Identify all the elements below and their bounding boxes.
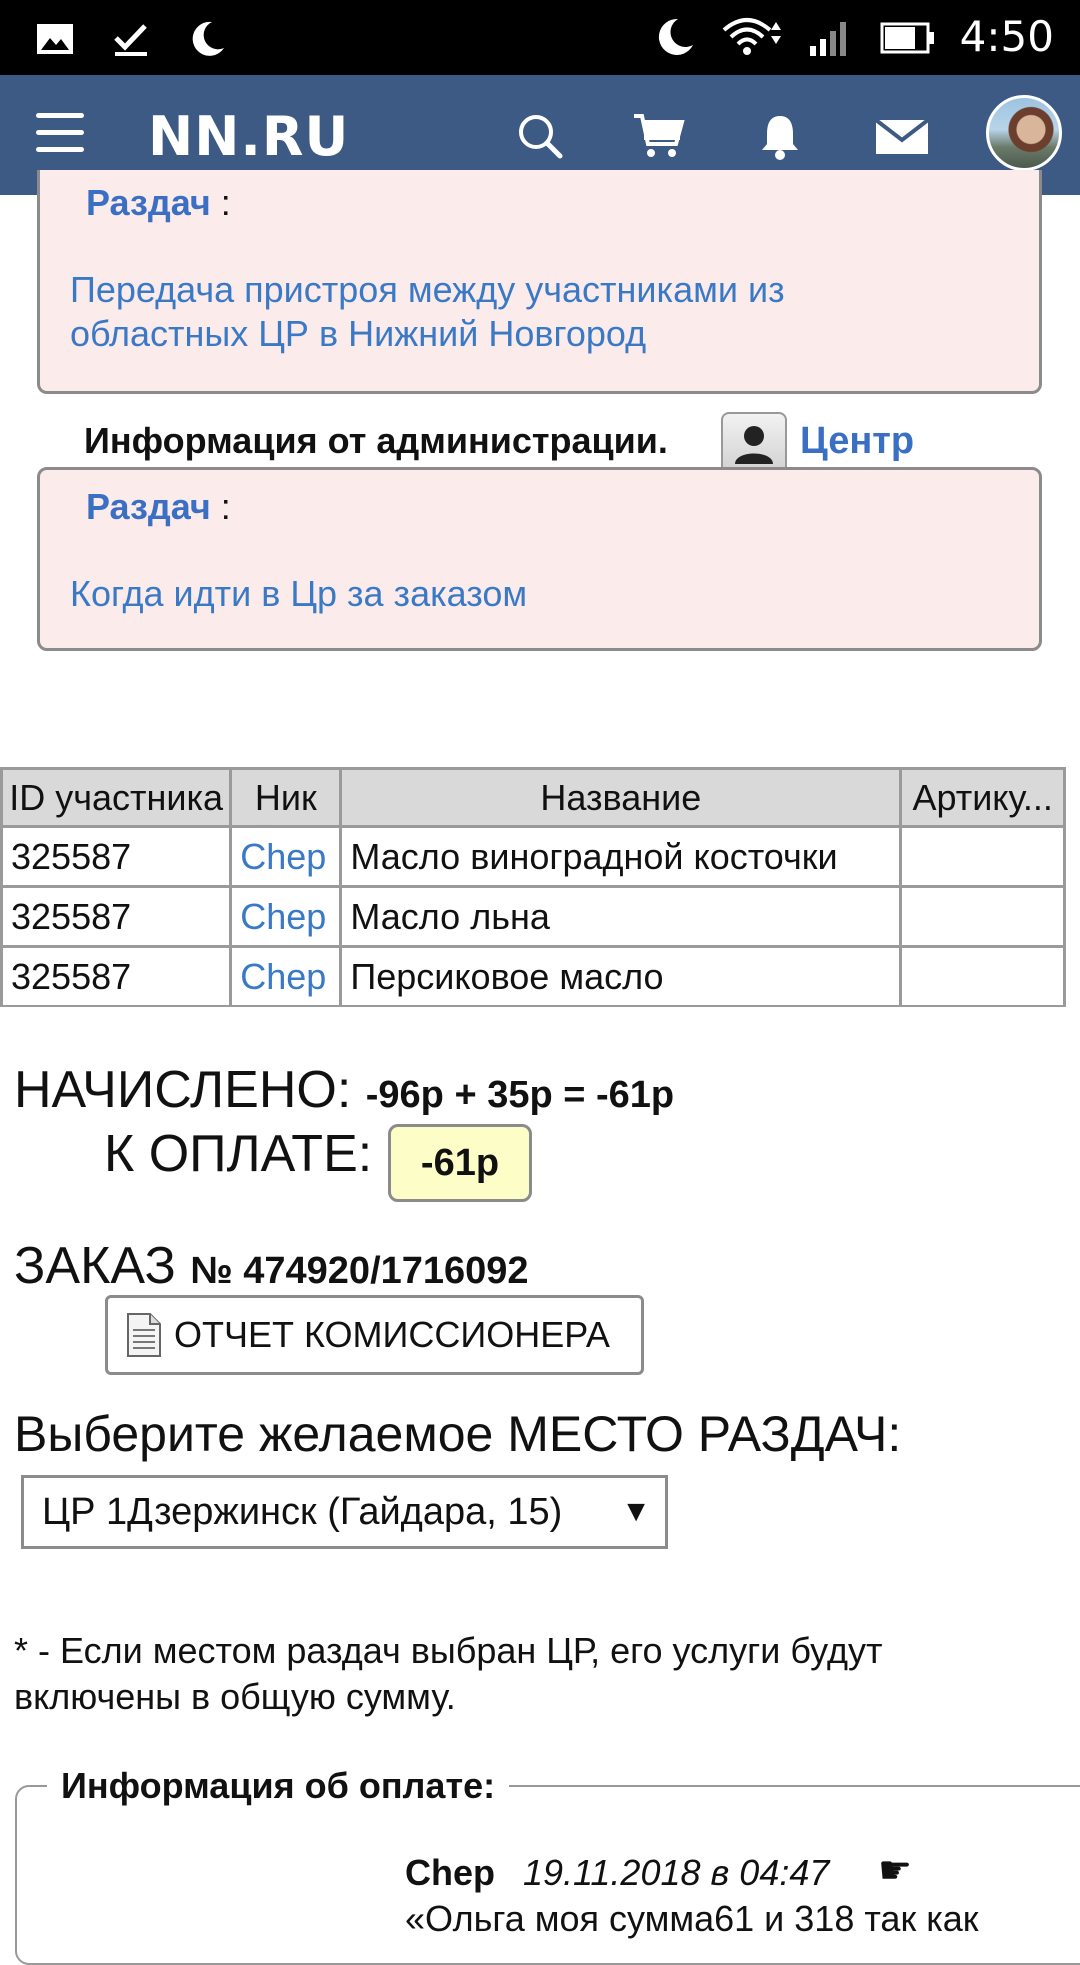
cart-icon[interactable] (630, 108, 686, 164)
column-header: Название (339, 767, 903, 828)
razdach-label: Раздач : (86, 486, 231, 528)
document-icon (127, 1313, 161, 1357)
pickup-place-title: Выберите желаемое МЕСТО РАЗДАЧ: (14, 1406, 902, 1462)
orders-table: ID участника Ник Название Артику... 3255… (0, 767, 1066, 1007)
razdach-link[interactable]: Раздач (86, 182, 211, 223)
article-cell (899, 825, 1066, 888)
order-line: ЗАКАЗ № 474920/1716092 (14, 1236, 529, 1296)
pay-amount-badge: -61р (388, 1124, 532, 1202)
admin-info-title: Информация от администрации. (84, 420, 668, 461)
pay-label: К ОПЛАТЕ: (104, 1125, 373, 1183)
table-row: 325587 Chep Персиковое масло (0, 945, 1066, 1007)
message-author[interactable]: Chep (405, 1852, 495, 1894)
nick-link[interactable]: Chep (229, 825, 343, 888)
colon: : (210, 182, 231, 223)
payment-info-legend: Информация об оплате: (61, 1765, 496, 1806)
column-header: Ник (229, 767, 343, 828)
article-cell (899, 945, 1066, 1007)
column-header: ID участника (0, 767, 233, 828)
clock: 4:50 (959, 12, 1054, 61)
pointing-hand-icon[interactable]: ☛ (878, 1848, 912, 1893)
commission-report-button[interactable]: ОТЧЕТ КОМИССИОНЕРА (105, 1295, 644, 1375)
bell-icon[interactable] (752, 108, 808, 164)
participant-id: 325587 (0, 885, 233, 948)
orders-table-wrap[interactable]: ID участника Ник Название Артику... 3255… (0, 767, 1066, 1007)
message-text: «Ольга моя сумма61 и 318 так как (405, 1898, 979, 1939)
transfer-link[interactable]: Передача пристроя между участниками из о… (70, 268, 785, 356)
moon-icon (192, 21, 224, 56)
transfer-link-line-2[interactable]: областных ЦР в Нижний Новгород (70, 312, 785, 356)
transfer-link-line-1[interactable]: Передача пристроя между участниками из (70, 268, 785, 312)
product-name: Масло виноградной косточки (339, 825, 903, 888)
signal-icon (809, 21, 846, 56)
nick-link[interactable]: Chep (229, 885, 343, 948)
check-icon (114, 24, 147, 56)
table-row: 325587 Chep Масло виноградной косточки (0, 825, 1066, 888)
table-header-row: ID участника Ник Название Артику... (0, 767, 1066, 828)
colon: : (210, 486, 231, 527)
wifi-icon (722, 17, 781, 55)
gallery-icon (37, 24, 73, 54)
razdach-link[interactable]: Раздач (86, 486, 211, 527)
commission-report-label[interactable]: ОТЧЕТ КОМИССИОНЕРА (174, 1314, 610, 1356)
nick-link[interactable]: Chep (229, 945, 343, 1007)
charged-line: НАЧИСЛЕНО: -96р + 35р = -61р (14, 1060, 674, 1120)
site-logo[interactable]: NN.RU (148, 105, 349, 168)
dropdown-arrow-icon[interactable]: ▼ (621, 1495, 651, 1529)
message-date: 19.11.2018 в 04:47 (523, 1852, 830, 1893)
pickup-note: * - Если местом раздач выбран ЦР, его ус… (14, 1630, 883, 1717)
moon-icon (658, 18, 693, 55)
product-name: Персиковое масло (339, 945, 903, 1007)
order-number: № 474920/1716092 (190, 1250, 529, 1292)
product-name: Масло льна (339, 885, 903, 948)
table-row: 325587 Chep Масло льна (0, 885, 1066, 948)
order-label: ЗАКАЗ (14, 1237, 176, 1295)
charged-value: -96р + 35р = -61р (365, 1074, 675, 1116)
pickup-place-selected[interactable]: ЦР 1Дзержинск (Гайдара, 15) (42, 1491, 562, 1534)
participant-id: 325587 (0, 825, 233, 888)
search-icon[interactable] (512, 108, 568, 164)
info-box-2: Раздач : Когда идти в Цр за заказом (37, 467, 1042, 651)
razdach-label: Раздач : (86, 182, 231, 224)
participant-id: 325587 (0, 945, 233, 1007)
user-avatar[interactable] (986, 95, 1062, 171)
charged-label: НАЧИСЛЕНО: (14, 1061, 352, 1119)
battery-icon (880, 22, 934, 53)
pickup-time-link[interactable]: Когда идти в Цр за заказом (70, 572, 527, 616)
menu-icon[interactable] (36, 113, 84, 153)
info-box-1: Раздач : Передача пристроя между участни… (37, 170, 1042, 394)
column-header: Артику... (899, 767, 1066, 828)
status-bar: 4:50 (0, 0, 1080, 75)
mail-icon[interactable] (872, 108, 932, 164)
article-cell (899, 885, 1066, 948)
pickup-place-select[interactable]: ЦР 1Дзержинск (Гайдара, 15) ▼ (21, 1475, 668, 1549)
admin-author-link[interactable]: Центр (800, 420, 914, 463)
